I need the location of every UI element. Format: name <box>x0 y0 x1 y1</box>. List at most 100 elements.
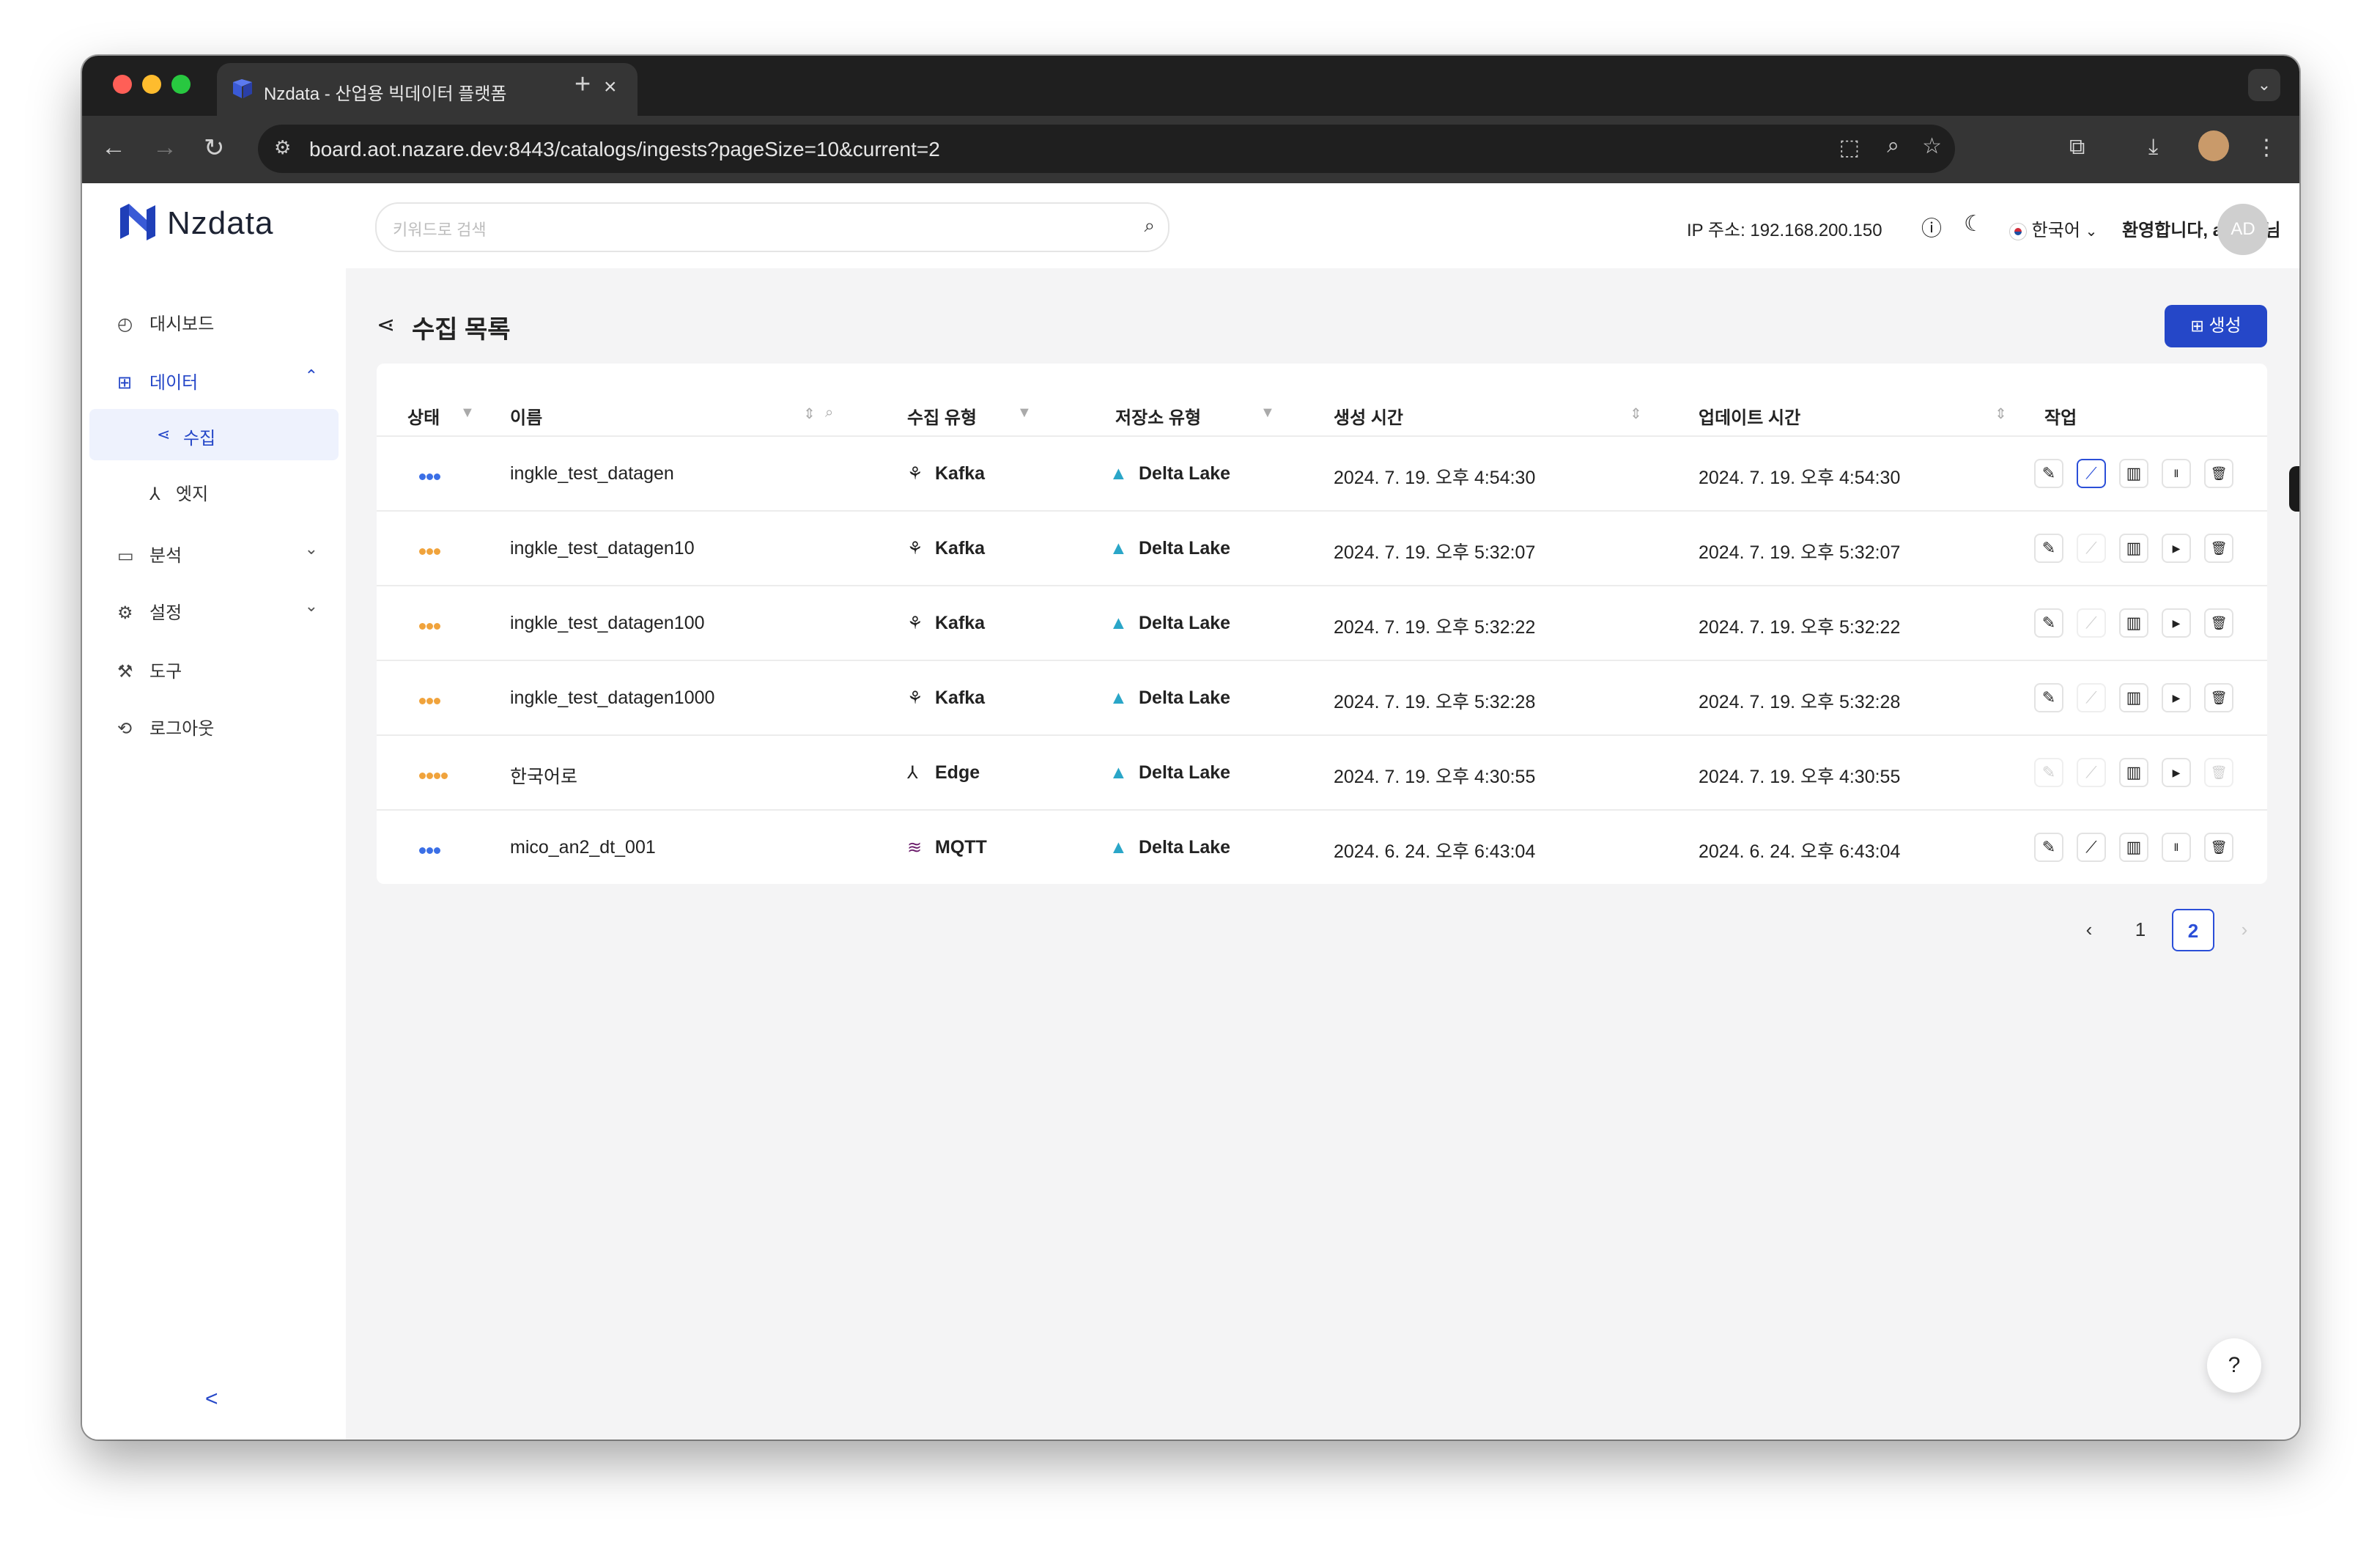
storage-type: Delta Lake <box>1139 837 1231 858</box>
profile-avatar-icon[interactable] <box>2198 130 2229 161</box>
line-chart-button[interactable]: ⟋ <box>2077 833 2106 862</box>
sidebar-item-analysis[interactable]: ▭ 분석 <box>117 541 182 567</box>
storage-type: Delta Lake <box>1139 688 1231 708</box>
back-icon[interactable]: ← <box>101 133 126 162</box>
pause-button[interactable]: Ⅱ <box>2162 833 2191 862</box>
table-row[interactable]: 한국어로 ⅄ Edge ▲ Delta Lake 2024. 7. 19. 오후 4:30… <box>377 734 2267 809</box>
trash-button[interactable]: 🗑︎ <box>2204 608 2233 638</box>
new-tab-icon[interactable]: + <box>574 69 591 100</box>
bookmark-star-icon[interactable]: ☆ <box>1922 133 1942 159</box>
play-button[interactable]: ▶ <box>2162 758 2191 787</box>
sidebar-item-logout[interactable]: ⟲ 로그아웃 <box>117 714 214 740</box>
bar-chart-button[interactable]: ▥ <box>2119 833 2148 862</box>
chevron-down-icon[interactable]: ⌄ <box>305 539 318 559</box>
edit-button[interactable]: ✎ <box>2034 683 2063 712</box>
close-window-button[interactable] <box>113 75 132 94</box>
extensions-icon[interactable]: ⧉ <box>2069 135 2085 160</box>
page-2-button[interactable]: 2 <box>2172 909 2214 951</box>
edit-button[interactable]: ✎ <box>2034 608 2063 638</box>
dark-mode-moon-icon[interactable]: ☾ <box>1964 211 1984 237</box>
download-icon[interactable]: ⤓ <box>2148 135 2158 160</box>
zoom-icon[interactable]: ⌕ <box>1887 133 1899 158</box>
line-chart-button[interactable]: ⟋ <box>2077 534 2106 563</box>
next-page-icon[interactable]: › <box>2223 909 2266 951</box>
table-row[interactable]: ingkle_test_datagen10 ⚘ Kafka ▲ Delta Lake 20… <box>377 510 2267 585</box>
status-dot <box>434 623 440 630</box>
sidebar-item-data[interactable]: ⊞ 데이터 <box>117 368 198 394</box>
tab-search-icon[interactable]: ⌄ <box>2248 69 2280 101</box>
forward-icon[interactable]: → <box>152 133 177 162</box>
sort-icon[interactable]: ⇕ <box>1995 405 2007 423</box>
zoom-window-button[interactable] <box>171 75 191 94</box>
avatar[interactable]: AD <box>2217 204 2269 255</box>
status-dot <box>419 847 426 854</box>
created-time: 2024. 7. 19. 오후 5:32:28 <box>1334 692 1536 712</box>
edit-button[interactable]: ✎ <box>2034 459 2063 488</box>
line-chart-button[interactable]: ⟋ <box>2077 758 2106 787</box>
table-row[interactable]: mico_an2_dt_001 ≋ MQTT ▲ Delta Lake 2024. 6. … <box>377 809 2267 884</box>
trash-button[interactable]: 🗑︎ <box>2204 534 2233 563</box>
bar-chart-button[interactable]: ▥ <box>2119 459 2148 488</box>
gear-icon: ⚙ <box>117 603 133 623</box>
filter-icon[interactable]: ▼ <box>1017 405 1032 421</box>
logo[interactable] <box>117 202 158 246</box>
edit-button[interactable]: ✎ <box>2034 758 2063 787</box>
sidebar-item-tools[interactable]: ⚒ 도구 <box>117 657 182 682</box>
address-bar[interactable]: ⚙ board.aot.nazare.dev:8443/catalogs/ing… <box>258 125 1955 173</box>
play-button[interactable]: ▶ <box>2162 683 2191 712</box>
bar-chart-button[interactable]: ▥ <box>2119 534 2148 563</box>
info-icon[interactable]: ⓘ <box>1921 213 1942 242</box>
site-settings-icon[interactable]: ⚙ <box>274 136 291 159</box>
menu-kebab-icon[interactable]: ⋮ <box>2255 135 2277 161</box>
sidebar-item-dashboard[interactable]: ◴ 대시보드 <box>117 309 214 335</box>
table-row[interactable]: ingkle_test_datagen1000 ⚘ Kafka ▲ Delta Lake… <box>377 660 2267 734</box>
trash-button[interactable]: 🗑︎ <box>2204 459 2233 488</box>
reload-icon[interactable]: ↻ <box>204 133 225 163</box>
tab-close-icon[interactable]: × <box>604 75 617 100</box>
play-button[interactable]: ▶ <box>2162 608 2191 638</box>
created-time: 2024. 7. 19. 오후 5:32:22 <box>1334 617 1536 638</box>
table-row[interactable]: ingkle_test_datagen ⚘ Kafka ▲ Delta Lake 2024… <box>377 435 2267 510</box>
filter-icon[interactable]: ▼ <box>1260 405 1275 421</box>
sidebar-item-settings[interactable]: ⚙ 설정 <box>117 598 182 624</box>
line-chart-button[interactable]: ⟋ <box>2077 459 2106 488</box>
chevron-up-icon[interactable]: ⌃ <box>305 366 318 386</box>
search-icon[interactable]: ⌕ <box>825 405 833 421</box>
chevron-down-icon[interactable]: ⌄ <box>305 597 318 616</box>
sort-icon[interactable]: ⇕ <box>1630 405 1642 423</box>
app-header: 키워드로 검색 ⌕ IP 주소: 192.168.200.150 ⓘ ☾ 한국어… <box>346 183 2299 268</box>
table-row[interactable]: ingkle_test_datagen100 ⚘ Kafka ▲ Delta Lake 2… <box>377 585 2267 660</box>
bar-chart-button[interactable]: ▥ <box>2119 608 2148 638</box>
status-dot <box>434 548 440 555</box>
sidebar-item-ingest[interactable]: ⋖ 수집 <box>89 409 339 460</box>
trash-button[interactable]: 🗑︎ <box>2204 833 2233 862</box>
bar-chart-button[interactable]: ▥ <box>2119 758 2148 787</box>
page-1-button[interactable]: 1 <box>2119 909 2162 951</box>
favicon-icon <box>233 79 252 98</box>
trash-button[interactable]: 🗑︎ <box>2204 758 2233 787</box>
collapse-sidebar-icon[interactable]: < <box>205 1387 218 1412</box>
filter-icon[interactable]: ▼ <box>460 405 475 421</box>
edit-button[interactable]: ✎ <box>2034 833 2063 862</box>
help-icon[interactable]: ? <box>2207 1338 2261 1393</box>
prev-page-icon[interactable]: ‹ <box>2068 909 2110 951</box>
storage-type: Delta Lake <box>1139 613 1231 633</box>
search-icon[interactable]: ⌕ <box>1144 214 1155 237</box>
pause-button[interactable]: Ⅱ <box>2162 459 2191 488</box>
language-selector[interactable]: 한국어 ⌄ <box>2009 215 2097 241</box>
ingest-type: Kafka <box>935 538 986 559</box>
sidebar-item-edge[interactable]: ⅄ 엣지 <box>149 479 208 505</box>
create-button[interactable]: ⊞ 생성 <box>2165 305 2267 347</box>
sort-icon[interactable]: ⇕ <box>803 405 816 423</box>
search-input[interactable]: 키워드로 검색 ⌕ <box>375 202 1169 252</box>
line-chart-button[interactable]: ⟋ <box>2077 608 2106 638</box>
bar-chart-button[interactable]: ▥ <box>2119 683 2148 712</box>
translate-icon[interactable]: ⬚ <box>1839 135 1860 161</box>
line-chart-button[interactable]: ⟋ <box>2077 683 2106 712</box>
play-button[interactable]: ▶ <box>2162 534 2191 563</box>
ingest-table: 상태 ▼ 이름 ⇕ ⌕ 수집 유형 ▼ 저장소 유형 ▼ 생성 시간 ⇕ 업데이… <box>377 364 2267 884</box>
trash-button[interactable]: 🗑︎ <box>2204 683 2233 712</box>
minimize-window-button[interactable] <box>142 75 161 94</box>
status-dot <box>434 473 440 480</box>
edit-button[interactable]: ✎ <box>2034 534 2063 563</box>
